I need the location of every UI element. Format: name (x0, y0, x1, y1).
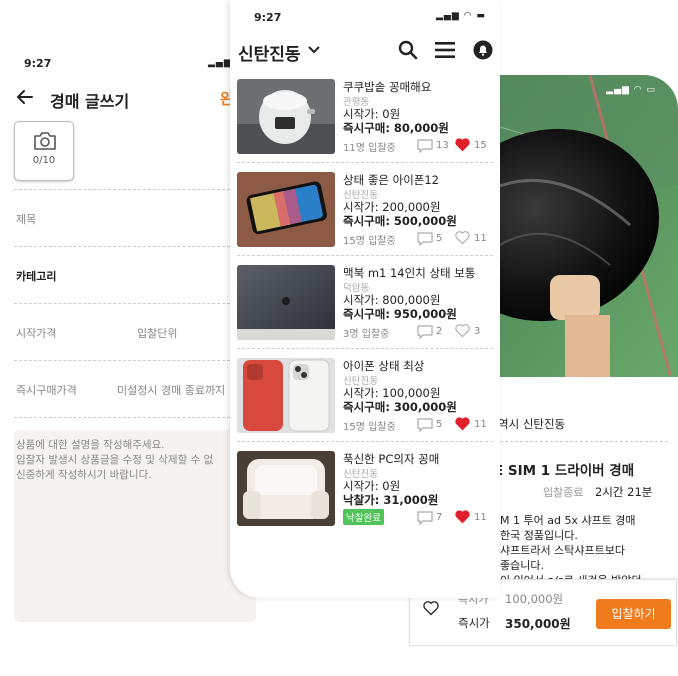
item-name: 맥북 m1 14인치 상태 보통 (343, 266, 476, 280)
divider (14, 303, 230, 304)
item-buy-price: 즉시구매: 500,000원 (343, 214, 457, 228)
back-arrow-icon[interactable] (14, 86, 36, 108)
description-line: 좋습니다. (500, 559, 544, 572)
auction-end-label: 입찰종료 (543, 486, 584, 499)
add-photo-button[interactable]: 0/10 (14, 121, 74, 181)
like-count: 3 (474, 326, 481, 337)
divider (237, 348, 493, 349)
product-thumbnail (237, 358, 335, 433)
location-selector[interactable]: 신탄진동 (238, 40, 301, 65)
item-name: 아이폰 상태 최상 (343, 359, 425, 373)
divider (14, 360, 230, 361)
comment-count: 7 (436, 512, 443, 523)
comment-icon (417, 418, 433, 432)
status-time: 9:27 (24, 57, 52, 70)
buy-now-price-field[interactable]: 즉시구매가격 (16, 382, 77, 398)
sold-badge: 낙찰완료 (343, 509, 384, 525)
comment-icon (417, 511, 433, 525)
divider (14, 189, 230, 190)
description-textarea[interactable]: 상품에 대한 설명을 작성해주세요. 입찰자 발생시 상품글을 수정 및 삭제할… (14, 430, 256, 622)
category-field[interactable]: 카테고리 (16, 268, 56, 284)
list-item[interactable]: 쿠쿠밥솥 꽁매해요 관평동 시작가: 0원 즉시구매: 80,000원 11명 … (237, 79, 493, 174)
item-name: 쿠쿠밥솥 꽁매해요 (343, 80, 432, 94)
auction-write-screen: 9:27 ▂▄▆ ◠ ▭ 경매 글쓰기 완 0/10 제목 카테고리 시작가격 … (0, 0, 262, 676)
page-title: 경매 글쓰기 (50, 92, 130, 111)
buy-now-label: 즉시가 (458, 616, 490, 630)
heart-filled-icon[interactable] (454, 416, 471, 431)
description-line: 한국 정품입니다. (500, 529, 578, 542)
item-name: 상태 좋은 아이폰12 (343, 173, 440, 187)
list-item[interactable]: 아이폰 상태 최상 신탄진동 시작가: 100,000원 즉시구매: 300,0… (237, 358, 493, 453)
comment-count: 13 (436, 140, 449, 151)
divider (237, 162, 493, 163)
auction-end-value: 2시간 21분 (595, 485, 653, 499)
product-description: M 1 투어 ad 5x 샤프트 경매 한국 정품입니다. 샤프트라서 스탁샤프… (500, 513, 641, 588)
like-count: 11 (474, 419, 487, 430)
divider (490, 441, 668, 442)
item-bid-count: 15명 입찰중 (343, 422, 396, 433)
divider (237, 441, 493, 442)
title-field[interactable]: 제목 (16, 211, 36, 227)
status-icons: ▂▄▆ ◠ ▬ (436, 11, 486, 21)
search-icon[interactable] (398, 40, 418, 60)
like-count: 11 (474, 233, 487, 244)
photo-count: 0/10 (32, 155, 56, 166)
product-thumbnail (237, 451, 335, 526)
camera-icon (34, 132, 56, 150)
list-item[interactable]: 맥북 m1 14인치 상태 보통 덕암동 시작가: 800,000원 즉시구매:… (237, 265, 493, 360)
item-buy-price: 즉시구매: 950,000원 (343, 307, 457, 321)
item-name: 푹신한 PC의자 꽁매 (343, 452, 440, 466)
item-sold-price: 낙찰가: 31,000원 (343, 493, 439, 507)
comment-icon (417, 232, 433, 246)
heart-filled-icon[interactable] (454, 509, 471, 524)
status-time: 9:27 (254, 11, 282, 24)
like-count: 15 (474, 140, 487, 151)
item-buy-price: 즉시구매: 80,000원 (343, 121, 449, 135)
comment-icon (417, 325, 433, 339)
start-price-field[interactable]: 시작가격 (16, 325, 56, 341)
comment-count: 5 (436, 233, 443, 244)
list-item[interactable]: 푹신한 PC의자 꽁매 신탄진동 시작가: 0원 낙찰가: 31,000원 낙찰… (237, 451, 493, 546)
bid-unit-field[interactable]: 입찰단위 (137, 325, 177, 341)
product-thumbnail (237, 265, 335, 340)
list-item[interactable]: 상태 좋은 아이폰12 신탄진동 시작가: 200,000원 즉시구매: 500… (237, 172, 493, 267)
heart-outline-icon[interactable] (422, 600, 440, 616)
comment-count: 5 (436, 419, 443, 430)
description-line: 입찰자 발생시 상품글을 수정 및 삭제할 수 없 (16, 454, 214, 466)
divider (14, 246, 230, 247)
current-price-value: 100,000원 (505, 592, 564, 606)
description-line: M 1 투어 ad 5x 샤프트 경매 (500, 514, 636, 527)
seller-location: 역시 신탄진동 (498, 417, 566, 431)
item-buy-price: 즉시구매: 300,000원 (343, 400, 457, 414)
comment-icon (417, 139, 433, 153)
description-line: 샤프트라서 스탁샤프트보다 (500, 544, 625, 557)
menu-icon[interactable] (435, 41, 455, 59)
heart-outline-icon[interactable] (454, 230, 471, 245)
bid-button[interactable]: 입찰하기 (596, 599, 671, 629)
status-icons: ▂▄▆ ◠ ▭ (606, 85, 656, 95)
auction-list-screen: 9:27 ▂▄▆ ◠ ▬ 신탄진동 쿠쿠밥솥 꽁매해요 관평동 시작가: 0원 … (230, 0, 500, 598)
product-thumbnail (237, 79, 335, 154)
end-time-field[interactable]: 미설정시 경매 종료까지 (117, 382, 225, 398)
item-bid-count: 3명 입찰중 (343, 329, 390, 340)
description-line: 신중하게 작성하시기 바랍니다. (16, 469, 152, 481)
description-line: 상품에 대한 설명을 작성해주세요. (16, 439, 165, 451)
product-thumbnail (237, 172, 335, 247)
chevron-down-icon[interactable] (308, 45, 320, 55)
divider (237, 255, 493, 256)
product-title: E SIM 1 드라이버 경매 (494, 463, 635, 479)
comment-count: 2 (436, 326, 443, 337)
bell-icon[interactable] (473, 40, 493, 60)
buy-now-value: 350,000원 (505, 617, 571, 631)
heart-outline-icon[interactable] (454, 323, 471, 338)
like-count: 11 (474, 512, 487, 523)
item-bid-count: 15명 입찰중 (343, 236, 396, 247)
divider (14, 417, 230, 418)
item-bid-count: 11명 입찰중 (343, 143, 396, 154)
heart-filled-icon[interactable] (454, 137, 471, 152)
